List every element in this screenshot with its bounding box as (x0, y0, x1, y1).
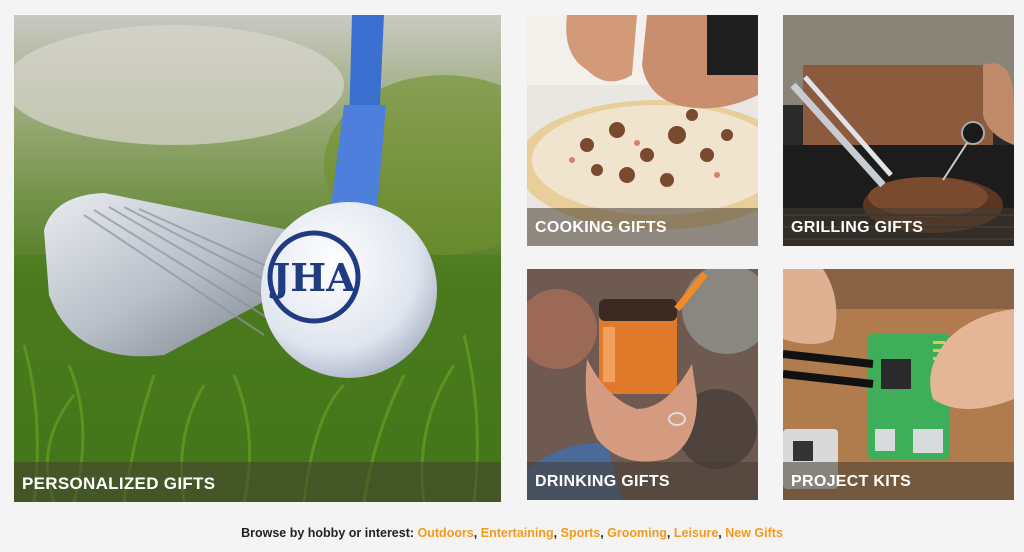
browse-prefix: Browse by hobby or interest: (241, 526, 415, 540)
tile-label: PERSONALIZED GIFTS (14, 462, 501, 502)
tile-grilling-gifts[interactable]: GRILLING GIFTS (783, 15, 1014, 246)
tile-cooking-gifts[interactable]: COOKING GIFTS (527, 15, 758, 246)
link-new-gifts[interactable]: New Gifts (725, 526, 783, 540)
link-grooming[interactable]: Grooming (607, 526, 667, 540)
link-sports[interactable]: Sports (561, 526, 601, 540)
svg-text:JHA: JHA (269, 255, 356, 300)
link-outdoors[interactable]: Outdoors (418, 526, 474, 540)
tile-drinking-gifts[interactable]: DRINKING GIFTS (527, 269, 758, 500)
tile-label: COOKING GIFTS (527, 208, 758, 246)
tile-label: PROJECT KITS (783, 462, 1014, 500)
tile-personalized-gifts[interactable]: JHA PERSONALIZED GIFTS (14, 15, 501, 502)
tile-project-kits[interactable]: PROJECT KITS (783, 269, 1014, 500)
tile-label: GRILLING GIFTS (783, 208, 1014, 246)
golf-club-ball-image: JHA (14, 15, 501, 502)
browse-by-interest: Browse by hobby or interest: Outdoors, E… (241, 526, 783, 540)
tile-label: DRINKING GIFTS (527, 462, 758, 500)
link-leisure[interactable]: Leisure (674, 526, 718, 540)
link-entertaining[interactable]: Entertaining (481, 526, 554, 540)
